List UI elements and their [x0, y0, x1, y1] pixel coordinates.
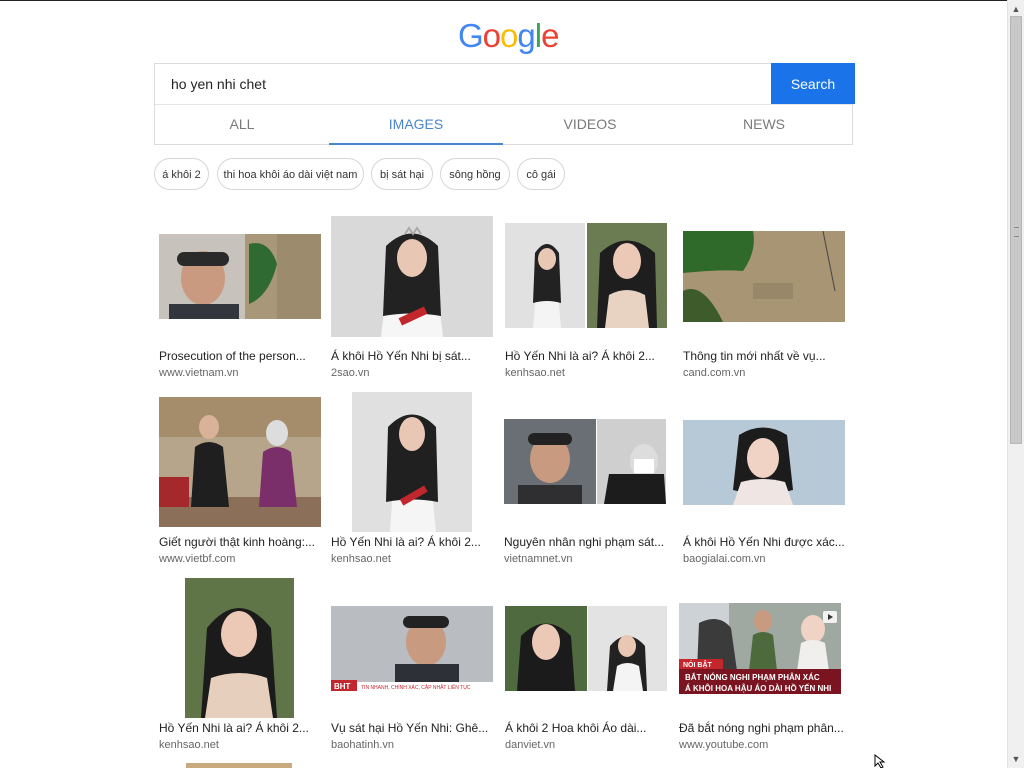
thumbnail-image [505, 606, 667, 691]
thumbnail-image [159, 397, 321, 527]
thumbnail-image [331, 216, 493, 337]
result-title[interactable]: Prosecution of the person... [159, 349, 329, 363]
result-thumbnail[interactable] [159, 397, 321, 527]
logo-letter: o [500, 17, 518, 54]
logo-letter: e [541, 17, 559, 54]
search-input[interactable] [155, 64, 770, 104]
result-title[interactable]: Á khôi 2 Hoa khôi Áo dài... [505, 721, 675, 735]
result-title[interactable]: Hồ Yến Nhi là ai? Á khôi 2... [331, 535, 501, 549]
thumbnail-headline-text: Á KHÔI HOA HẬU ÁO DÀI HỒ YẾN NHI [685, 683, 831, 693]
result-thumbnail[interactable] [352, 392, 472, 532]
thumbnail-logo-text: BHT [334, 682, 351, 691]
thumbnail-badge-text: NÓI BẬT [683, 660, 713, 669]
result-source[interactable]: vietnamnet.vn [504, 553, 572, 565]
thumbnail-tagline-text: TIN NHANH, CHÍNH XÁC, CẬP NHẬT LIÊN TỤC [361, 683, 471, 691]
logo-letter: g [517, 17, 535, 54]
chip-related-search[interactable]: á khôi 2 [154, 158, 209, 190]
result-source[interactable]: kenhsao.net [331, 553, 391, 565]
thumbnail-image [505, 223, 667, 328]
result-title[interactable]: Thông tin mới nhất về vụ... [683, 349, 853, 363]
google-logo[interactable]: Google [458, 17, 559, 55]
thumbnail-image: BHT TIN NHANH, CHÍNH XÁC, CẬP NHẬT LIÊN … [331, 606, 493, 691]
result-thumbnail[interactable] [186, 763, 292, 768]
logo-letter: G [458, 17, 484, 54]
result-title[interactable]: Đã bắt nóng nghi phạm phân... [679, 721, 849, 735]
result-thumbnail[interactable] [504, 419, 666, 504]
result-title[interactable]: Hồ Yến Nhi là ai? Á khôi 2... [159, 721, 329, 735]
result-source[interactable]: danviet.vn [505, 739, 555, 751]
thumbnail-image [504, 419, 666, 504]
result-source[interactable]: cand.com.vn [683, 367, 745, 379]
result-title[interactable]: Vụ sát hại Hồ Yến Nhi: Ghê... [331, 721, 501, 735]
result-thumbnail[interactable] [505, 606, 667, 691]
result-source[interactable]: baohatinh.vn [331, 739, 394, 751]
search-row: Search [155, 63, 855, 105]
result-source[interactable]: kenhsao.net [159, 739, 219, 751]
thumbnail-image: NÓI BẬT BẮT NÓNG NGHI PHẠM PHÂN XÁC Á KH… [679, 603, 841, 694]
scrollbar-thumb[interactable] [1010, 16, 1022, 444]
thumbnail-headline-text: BẮT NÓNG NGHI PHẠM PHÂN XÁC [685, 673, 820, 682]
logo-letter: o [482, 17, 501, 54]
tab-news[interactable]: NEWS [677, 105, 851, 144]
result-source[interactable]: baogialai.com.vn [683, 553, 766, 565]
result-thumbnail[interactable] [159, 234, 321, 319]
result-title[interactable]: Hồ Yến Nhi là ai? Á khôi 2... [505, 349, 675, 363]
thumbnail-image [185, 578, 294, 718]
result-thumbnail[interactable]: NÓI BẬT BẮT NÓNG NGHI PHẠM PHÂN XÁC Á KH… [679, 603, 841, 694]
mouse-pointer-icon [874, 753, 888, 771]
result-thumbnail[interactable] [185, 578, 294, 718]
grip-icon [1014, 227, 1019, 237]
tab-videos[interactable]: VIDEOS [503, 105, 677, 144]
thumbnail-image [159, 234, 321, 319]
result-source[interactable]: www.vietnam.vn [159, 367, 238, 379]
search-button[interactable]: Search [771, 63, 855, 104]
result-thumbnail[interactable] [331, 216, 493, 337]
chip-related-search[interactable]: sông hồng [440, 158, 510, 190]
result-source[interactable]: www.vietbf.com [159, 553, 235, 565]
result-title[interactable]: Á khôi Hồ Yến Nhi bị sát... [331, 349, 501, 363]
result-thumbnail[interactable] [683, 420, 845, 505]
result-source[interactable]: www.youtube.com [679, 739, 768, 751]
tab-all[interactable]: ALL [155, 105, 329, 144]
result-title[interactable]: Giết người thật kinh hoàng:... [159, 535, 329, 549]
chip-related-search[interactable]: thi hoa khôi áo dài việt nam [217, 158, 364, 190]
result-title[interactable]: Á khôi Hồ Yến Nhi được xác... [683, 535, 853, 549]
scroll-up-arrow-icon[interactable]: ▲ [1010, 2, 1022, 16]
result-title[interactable]: Nguyên nhân nghi phạm sát... [504, 535, 674, 549]
result-source[interactable]: 2sao.vn [331, 367, 370, 379]
tab-images[interactable]: IMAGES [329, 105, 503, 145]
chip-related-search[interactable]: cô gái [517, 158, 565, 190]
result-thumbnail[interactable]: BHT TIN NHANH, CHÍNH XÁC, CẬP NHẬT LIÊN … [331, 606, 493, 691]
scroll-down-arrow-icon[interactable]: ▼ [1010, 752, 1022, 766]
thumbnail-image [683, 231, 845, 322]
chip-related-search[interactable]: bị sát hại [371, 158, 433, 190]
result-source[interactable]: kenhsao.net [505, 367, 565, 379]
window-top-border [0, 0, 1024, 1]
search-panel: Search ALL IMAGES VIDEOS NEWS [154, 63, 855, 145]
vertical-scrollbar[interactable]: ▲ ▼ [1007, 0, 1024, 768]
result-thumbnail[interactable] [505, 223, 667, 328]
search-tabs: ALL IMAGES VIDEOS NEWS [155, 105, 852, 145]
result-thumbnail[interactable] [683, 231, 845, 322]
thumbnail-image [683, 420, 845, 505]
thumbnail-image [352, 392, 472, 532]
